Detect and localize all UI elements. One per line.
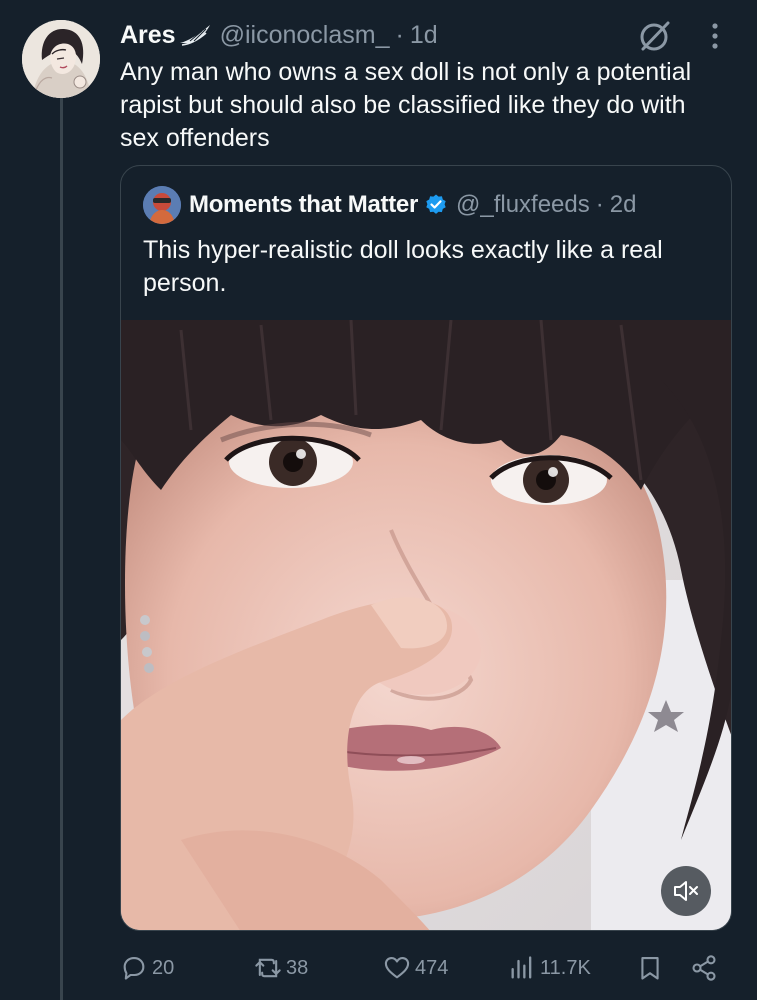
avatar-illustration [22, 20, 100, 98]
like-button[interactable]: 474 [383, 948, 448, 988]
timestamp[interactable]: 1d [410, 21, 438, 50]
mute-button[interactable] [661, 866, 711, 916]
retweet-icon [255, 958, 281, 978]
quote-avatar[interactable] [143, 186, 181, 224]
reply-icon [123, 957, 145, 980]
bookmark-icon [641, 957, 659, 980]
quote-timestamp[interactable]: 2d [610, 191, 637, 219]
quote-author-handle[interactable]: @_fluxfeeds [456, 191, 590, 219]
quote-text: This hyper-realistic doll looks exactly … [143, 236, 663, 297]
more-options-icon[interactable] [702, 20, 728, 52]
quote-tweet-card[interactable]: Moments that Matter @_fluxfeeds · 2d Thi… [120, 165, 732, 931]
action-bar: 20 38 474 11.7K [0, 948, 757, 988]
like-count: 474 [415, 956, 449, 979]
reply-count: 20 [152, 956, 175, 979]
share-icon [692, 955, 716, 981]
retweet-button[interactable]: 38 [254, 948, 308, 988]
thread-line [60, 98, 63, 1000]
share-button[interactable] [690, 948, 720, 988]
author-name[interactable]: Ares [120, 21, 176, 50]
grok-icon[interactable] [637, 18, 673, 54]
muted-speaker-icon [674, 881, 698, 901]
tweet-text: Any man who owns a sex doll is not only … [120, 58, 692, 152]
wing-icon [179, 25, 210, 46]
view-count: 11.7K [540, 956, 591, 979]
avatar[interactable] [22, 20, 100, 98]
reply-button[interactable]: 20 [120, 948, 174, 988]
views-button[interactable]: 11.7K [508, 948, 591, 988]
quote-separator-dot: · [595, 191, 604, 218]
quote-avatar-image [143, 186, 181, 224]
quote-author-name[interactable]: Moments that Matter [189, 191, 418, 219]
bookmark-button[interactable] [636, 948, 666, 988]
analytics-icon [511, 956, 532, 979]
separator-dot: · [395, 20, 404, 49]
tweet-header: Ares @iiconoclasm_ · 1d [120, 18, 438, 52]
quote-header: Moments that Matter @_fluxfeeds · 2d [189, 188, 636, 222]
quote-video[interactable] [121, 320, 731, 930]
heart-icon [384, 957, 410, 979]
author-handle[interactable]: @iiconoclasm_ [220, 21, 390, 50]
retweet-count: 38 [286, 956, 309, 979]
video-frame [121, 320, 731, 930]
verified-badge-icon [426, 194, 446, 214]
